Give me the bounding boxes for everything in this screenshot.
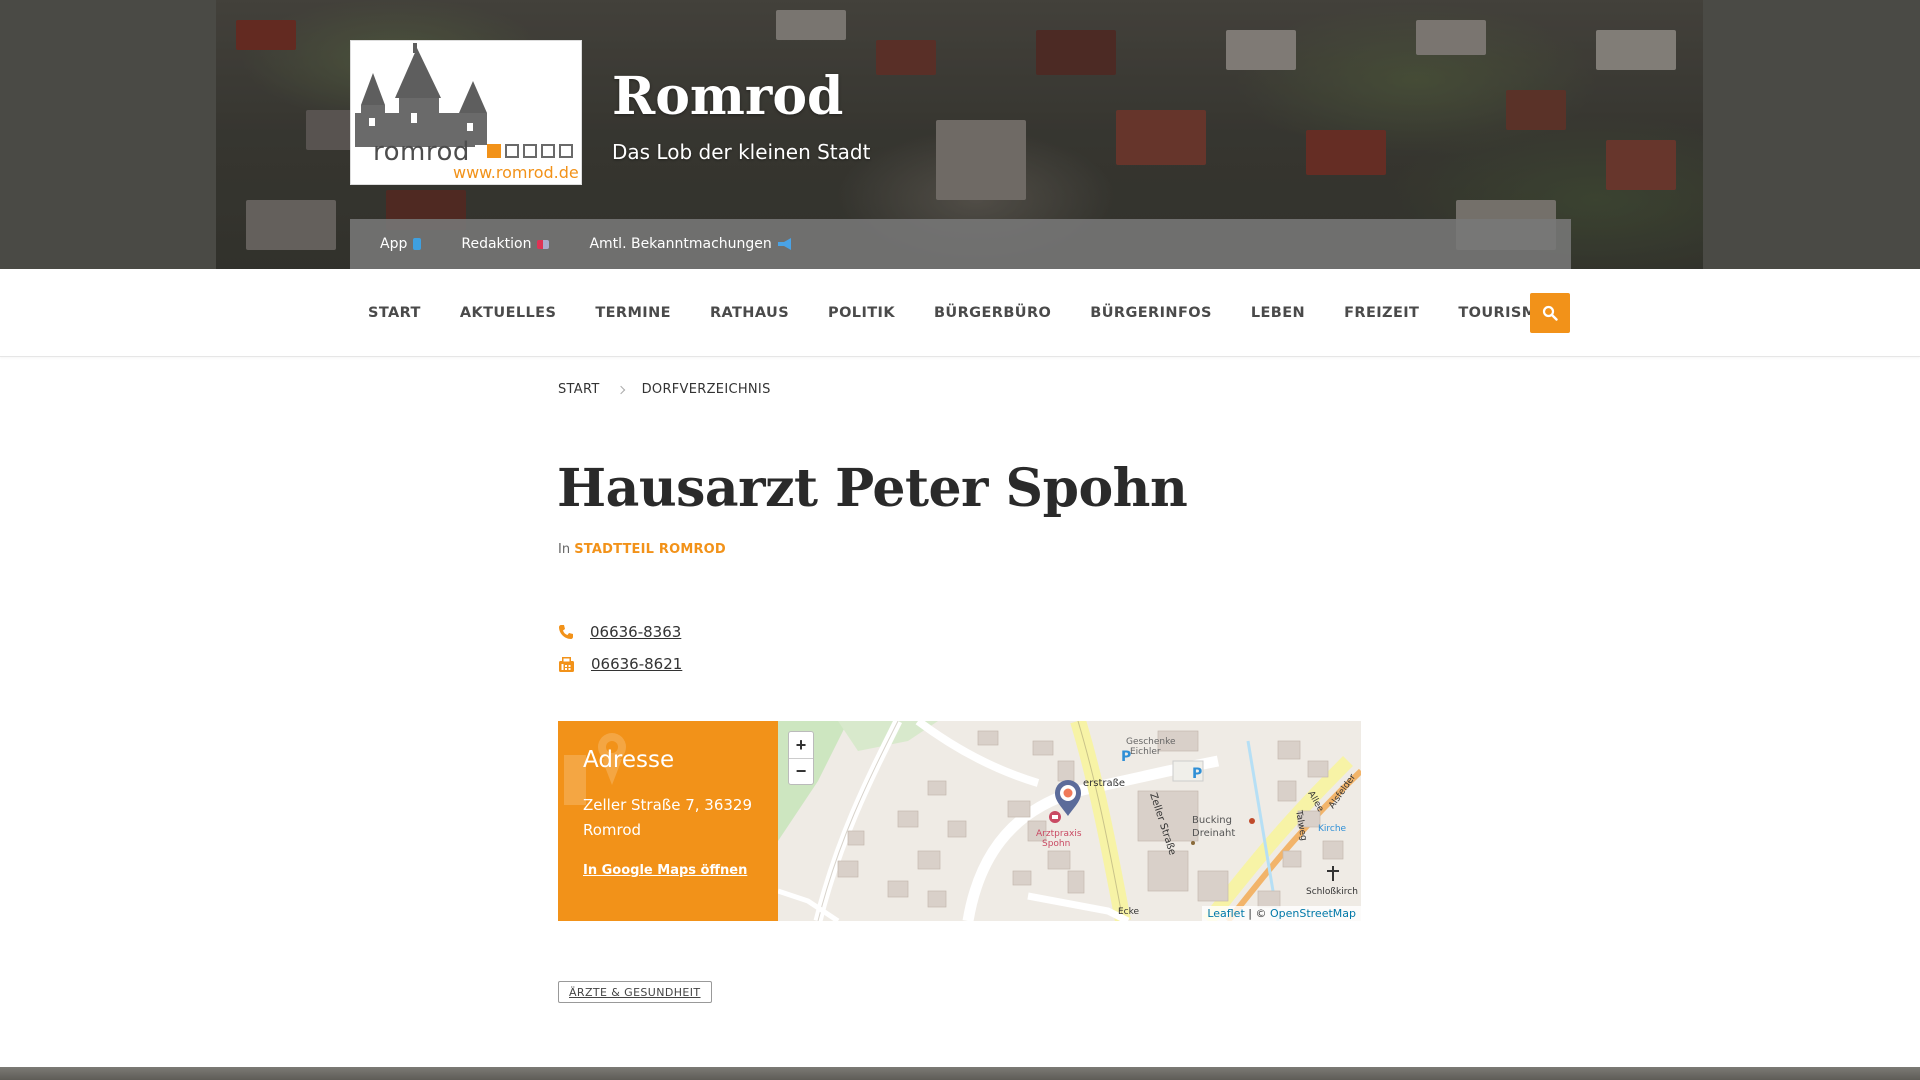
map-label-marker2: Spohn <box>1042 839 1070 849</box>
map-label-shop3: Bucking <box>1192 815 1232 826</box>
attribution-separator: | © <box>1244 907 1270 920</box>
openstreetmap-link[interactable]: OpenStreetMap <box>1270 907 1356 920</box>
nav-item-rathaus[interactable]: RATHAUS <box>710 305 789 321</box>
phone-row: 06636-8363 <box>558 623 681 641</box>
chevron-right-icon <box>616 385 625 394</box>
map-label-marker1: Arztpraxis <box>1036 829 1082 839</box>
category-line: In STADTTEIL ROMROD <box>558 542 726 557</box>
topbar-link-bekanntmachungen[interactable]: Amtl. Bekanntmachungen <box>589 236 791 252</box>
main-navigation: START AKTUELLES TERMINE RATHAUS POLITIK … <box>0 269 1920 357</box>
map-zoom-control: + − <box>788 731 814 785</box>
parking-icon: P <box>1192 766 1202 782</box>
map-label-castle: Schloßkirch <box>1306 887 1358 897</box>
site-tagline: Das Lob der kleinen Stadt <box>612 140 871 164</box>
nav-item-freizeit[interactable]: FREIZEIT <box>1344 305 1419 321</box>
leaflet-link[interactable]: Leaflet <box>1207 907 1244 920</box>
site-logo[interactable]: romrod www.romrod.de <box>350 40 582 185</box>
breadcrumb-item-current: DORFVERZEICHNIS <box>641 382 771 397</box>
fax-icon <box>559 656 574 672</box>
top-link-bar: App Redaktion Amtl. Bekanntmachungen <box>350 219 1571 269</box>
map-label-shop1: Geschenke <box>1126 737 1176 747</box>
topbar-link-redaktion[interactable]: Redaktion <box>461 236 550 252</box>
nav-item-leben[interactable]: LEBEN <box>1251 305 1305 321</box>
site-title[interactable]: Romrod <box>612 66 843 127</box>
zoom-out-button[interactable]: − <box>789 758 813 784</box>
phone-icon <box>413 238 422 250</box>
zoom-in-button[interactable]: + <box>789 732 813 758</box>
topbar-link-label: App <box>380 236 408 252</box>
fax-row: 06636-8621 <box>558 655 682 673</box>
map-view[interactable]: Geschenke Eichler Bucking Dreinaht erstr… <box>778 721 1361 921</box>
category-link[interactable]: STADTTEIL ROMROD <box>574 542 726 557</box>
nav-item-aktuelles[interactable]: AKTUELLES <box>460 305 556 321</box>
nav-item-politik[interactable]: POLITIK <box>828 305 895 321</box>
address-card: Adresse Zeller Straße 7, 36329 Romrod In… <box>558 721 778 921</box>
parking-icon: P <box>1121 749 1131 765</box>
map-label-street1: erstraße <box>1083 778 1125 789</box>
map-label-shop2: Eichler <box>1130 747 1161 757</box>
nav-item-buergerinfos[interactable]: BÜRGERINFOS <box>1090 305 1212 321</box>
page-title: Hausarzt Peter Spohn <box>557 458 1188 519</box>
category-prefix: In <box>558 542 571 557</box>
address-text: Zeller Straße 7, 36329 Romrod <box>583 796 753 839</box>
phone-link[interactable]: 06636-8363 <box>590 623 681 641</box>
footer-edge <box>0 1067 1920 1080</box>
map-label-shop4: Dreinaht <box>1192 828 1235 839</box>
search-button[interactable] <box>1530 293 1570 333</box>
map-attribution: Leaflet | © OpenStreetMap <box>1202 906 1361 921</box>
nav-item-start[interactable]: START <box>368 305 421 321</box>
megaphone-icon <box>777 238 791 250</box>
logo-squares <box>487 144 573 158</box>
nav-item-buergerbuero[interactable]: BÜRGERBÜRO <box>934 305 1051 321</box>
address-title: Adresse <box>583 747 675 773</box>
map-label-corner: Ecke <box>1118 907 1140 917</box>
topbar-link-label: Amtl. Bekanntmachungen <box>589 236 772 252</box>
topbar-link-label: Redaktion <box>461 236 532 252</box>
search-icon <box>1542 305 1558 321</box>
logo-url: www.romrod.de <box>453 163 579 182</box>
nav-item-termine[interactable]: TERMINE <box>595 305 671 321</box>
flag-icon <box>537 239 550 249</box>
map-tiles: Geschenke Eichler Bucking Dreinaht erstr… <box>778 721 1361 921</box>
breadcrumb-item-start[interactable]: START <box>558 382 600 397</box>
google-maps-link[interactable]: In Google Maps öffnen <box>583 863 747 878</box>
fax-link[interactable]: 06636-8621 <box>591 655 682 673</box>
breadcrumb: START DORFVERZEICHNIS <box>558 382 771 397</box>
phone-icon <box>559 625 573 639</box>
map-marker-icon[interactable] <box>1053 779 1083 817</box>
map-label-church: Kirche <box>1318 824 1347 834</box>
category-tag[interactable]: ÄRZTE & GESUNDHEIT <box>558 981 712 1003</box>
topbar-link-app[interactable]: App <box>380 236 422 252</box>
